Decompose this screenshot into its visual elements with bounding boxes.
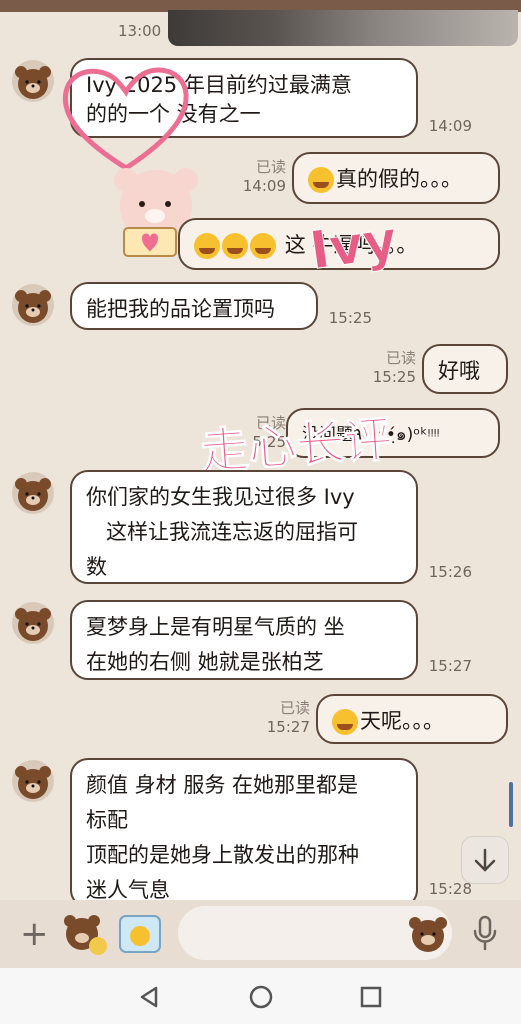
message-text-line: 夏梦身上是有明星气质的 坐 xyxy=(86,615,345,639)
read-receipt: 已读 xyxy=(385,349,416,367)
message-text-line: 顶配的是她身上散发出的那种 xyxy=(86,843,359,867)
message-text-line: 你们家的女生我见过很多 Ivy xyxy=(86,485,355,509)
recents-icon[interactable] xyxy=(358,984,384,1010)
message-text: 能把我的品论置顶吗 xyxy=(86,297,275,321)
add-attachment-button[interactable]: + xyxy=(20,917,49,951)
message-time: 15:27 xyxy=(266,718,310,736)
crying-emoji-icon xyxy=(308,167,334,193)
ivy-sticker-text: Ivy xyxy=(306,210,402,283)
brown-bear-avatar-icon xyxy=(15,766,51,799)
brown-bear-avatar-icon xyxy=(15,608,51,641)
message-text-line: 这样让我流连忘返的屈指可 xyxy=(86,520,359,544)
home-icon[interactable] xyxy=(248,984,274,1010)
message-bubble[interactable]: 颜值 身材 服务 在她那里都是 标配 顶配的是她身上散发出的那种 迷人气息 xyxy=(70,758,418,900)
crying-emoji-icon xyxy=(194,233,220,259)
chevron-down-icon xyxy=(474,848,496,872)
crying-emoji-icon xyxy=(250,233,276,259)
bear-sticker-button-icon[interactable] xyxy=(406,912,450,956)
message-time: 14:09 xyxy=(428,117,472,135)
message-time: 15:26 xyxy=(428,563,472,581)
brown-bear-avatar-icon xyxy=(15,66,51,99)
message-time: 14:09 xyxy=(242,177,286,195)
brown-bear-avatar-icon xyxy=(15,478,51,511)
emoji-sticker-icon[interactable] xyxy=(118,914,162,954)
scroll-to-bottom-button[interactable] xyxy=(461,836,509,884)
avatar-brown-bear[interactable] xyxy=(12,472,54,514)
message-text: 好哦 xyxy=(438,359,480,383)
crying-emoji-icon xyxy=(332,709,358,735)
read-receipt: 已读 xyxy=(279,699,310,717)
message-time: 15:27 xyxy=(428,657,472,675)
message-text-line: 标配 xyxy=(86,808,128,832)
message-text-line: 迷人气息 xyxy=(86,878,170,900)
message-time: 15:25 xyxy=(328,309,372,327)
crying-emoji-icon xyxy=(222,233,248,259)
message-bubble[interactable]: 能把我的品论置顶吗 xyxy=(70,282,318,330)
image-message-preview[interactable] xyxy=(168,10,518,46)
microphone-icon[interactable] xyxy=(470,915,500,951)
scrollbar[interactable] xyxy=(509,782,513,827)
message-bubble-self[interactable]: 好哦 xyxy=(422,344,508,394)
sticker-icon[interactable] xyxy=(62,912,110,958)
avatar-brown-bear[interactable] xyxy=(12,760,54,802)
message-text-line: 颜值 身材 服务 在她那里都是 xyxy=(86,773,359,797)
message-text: 天呢。。。 xyxy=(360,709,444,733)
message-bubble[interactable]: 你们家的女生我见过很多 Ivy 这样让我流连忘返的屈指可 数 xyxy=(70,470,418,584)
message-time: 15:25 xyxy=(372,368,416,386)
message-text-line: 在她的右侧 她就是张柏芝 xyxy=(86,650,324,674)
message-bubble[interactable]: 夏梦身上是有明星气质的 坐 在她的右侧 她就是张柏芝 xyxy=(70,600,418,680)
message-time-top: 13:00 xyxy=(118,22,162,40)
avatar-brown-bear[interactable] xyxy=(12,60,54,102)
brown-bear-avatar-icon xyxy=(15,290,51,323)
back-icon[interactable] xyxy=(136,984,162,1010)
message-bubble-self[interactable]: 天呢。。。 xyxy=(316,694,508,744)
message-bubble-self[interactable]: 真的假的。。。 xyxy=(292,152,500,204)
avatar-brown-bear[interactable] xyxy=(12,284,54,326)
avatar-brown-bear[interactable] xyxy=(12,602,54,644)
chat-thread[interactable]: 13:00 Ivy 2025 年目前约过最满意 的的一个 没有之一 14:09 … xyxy=(0,0,521,900)
read-receipt: 已读 xyxy=(255,158,286,176)
message-text-line: 数 xyxy=(86,555,107,579)
message-text: 真的假的。。。 xyxy=(336,167,462,191)
